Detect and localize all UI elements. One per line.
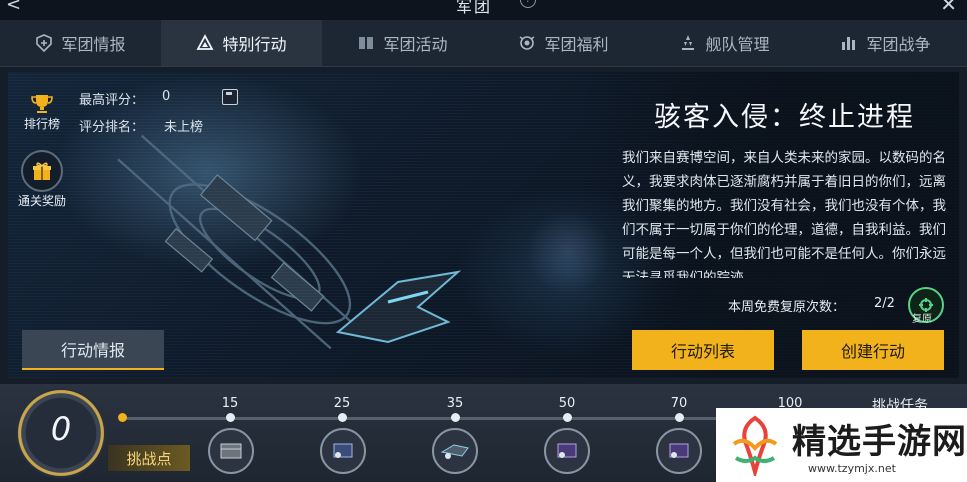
milestone-value: 50 — [558, 396, 576, 411]
book-icon — [357, 34, 375, 52]
tab-fleet-management[interactable]: 舰队管理 — [644, 20, 805, 66]
trophy-icon — [31, 95, 53, 113]
milestone-reward-crate[interactable] — [208, 428, 254, 474]
leaderboard-label: 排行榜 — [24, 117, 61, 131]
back-icon[interactable]: < — [6, 0, 21, 15]
milestone-dot — [451, 413, 460, 422]
tab-legion-war[interactable]: 军团战争 — [805, 20, 966, 66]
revive-badge-label: 复原 — [912, 314, 932, 325]
site-watermark: 精选手游网 www.tzymjx.net — [716, 408, 967, 482]
gift-icon — [21, 150, 63, 192]
record-icon[interactable] — [222, 89, 238, 105]
milestone-reward-module[interactable] — [544, 428, 590, 474]
tab-special-ops[interactable]: 特别行动 — [161, 20, 322, 66]
tab-legion-activity[interactable]: 军团活动 — [322, 20, 483, 66]
milestone-reward-module[interactable] — [320, 428, 366, 474]
create-operation-button[interactable]: 创建行动 — [802, 330, 944, 370]
clear-rewards-button[interactable]: 通关奖励 — [18, 150, 66, 209]
rank-value: 未上榜 — [164, 120, 204, 135]
operation-list-button[interactable]: 行动列表 — [632, 330, 774, 370]
revive-label: 本周免费复原次数： — [728, 300, 846, 315]
tab-label: 军团福利 — [544, 35, 609, 54]
challenge-points-label: 挑战点 — [108, 445, 190, 471]
milestone-dot — [338, 413, 347, 422]
tab-label: 舰队管理 — [705, 35, 770, 54]
shield-plus-icon — [35, 34, 53, 53]
challenge-points-dial: 0 — [16, 388, 106, 478]
triangle-icon — [196, 34, 214, 52]
site-url: www.tzymjx.net — [808, 462, 896, 475]
title-bar: < 军团 ? ✕ — [0, 0, 967, 20]
fleet-icon — [679, 34, 697, 52]
operation-intel-button[interactable]: 行动情报 — [22, 330, 164, 370]
close-icon[interactable]: ✕ — [940, 0, 957, 16]
milestone-reward-module[interactable] — [656, 428, 702, 474]
gift-ring-icon — [518, 34, 536, 52]
challenge-points-value: 0 — [50, 410, 72, 448]
free-revive-counter: 本周免费复原次数： 2/2 — [728, 296, 895, 315]
best-score-value: 0 — [162, 89, 171, 104]
milestone-reward-ship[interactable] — [432, 428, 478, 474]
milestone-value: 35 — [446, 396, 464, 411]
milestone-dot — [675, 413, 684, 422]
milestone-value: 25 — [333, 396, 351, 411]
bars-icon — [840, 34, 858, 52]
milestone-dot — [226, 413, 235, 422]
tab-bar: 军团情报 特别行动 军团活动 军团福利 舰队管理 军团战争 — [0, 20, 967, 67]
clear-rewards-label: 通关奖励 — [18, 194, 67, 208]
operation-description: 我们来自赛博空间，来自人类未来的家园。以数码的名义，我要求肉体已逐渐腐朽并属于着… — [622, 150, 946, 278]
window-title: 军团 — [456, 0, 493, 16]
operation-title: 骇客入侵：终止进程 — [654, 102, 915, 133]
progress-start-dot — [118, 413, 127, 422]
rank-label: 评分排名： — [79, 120, 145, 135]
site-name: 精选手游网 — [792, 422, 967, 462]
milestone-dot — [563, 413, 572, 422]
best-score-label: 最高评分： — [79, 93, 145, 108]
tab-label: 特别行动 — [222, 35, 287, 54]
tab-legion-intel[interactable]: 军团情报 — [0, 20, 161, 66]
tab-legion-welfare[interactable]: 军团福利 — [483, 20, 644, 66]
milestone-value: 15 — [221, 396, 239, 411]
tab-label: 军团活动 — [383, 35, 448, 54]
tab-label: 军团情报 — [61, 35, 126, 54]
milestone-value: 70 — [670, 396, 688, 411]
help-icon[interactable]: ? — [520, 0, 536, 8]
site-logo-icon — [732, 415, 778, 476]
leaderboard-button[interactable]: 排行榜 — [24, 93, 60, 132]
revive-count: 2/2 — [874, 296, 895, 311]
tab-label: 军团战争 — [866, 35, 931, 54]
